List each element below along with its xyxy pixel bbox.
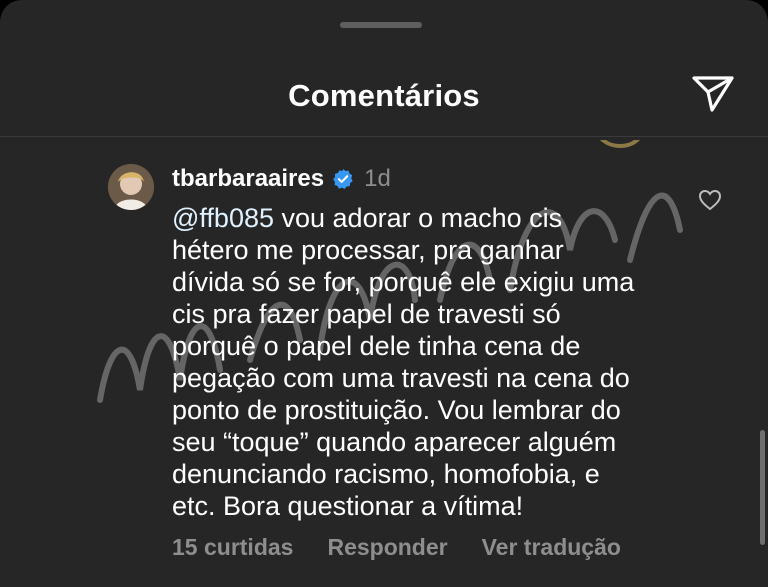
avatar-image bbox=[108, 164, 154, 210]
comment-username[interactable]: tbarbaraaires bbox=[172, 165, 324, 193]
comment-author-line: tbarbaraaires 1d bbox=[172, 164, 391, 194]
page-title: Comentários bbox=[288, 78, 480, 113]
verified-badge-icon bbox=[333, 168, 353, 189]
likes-count-link[interactable]: 15 curtidas bbox=[172, 534, 293, 561]
reply-button[interactable]: Responder bbox=[327, 534, 447, 561]
send-icon[interactable] bbox=[688, 72, 738, 116]
comment-text: @ffb085 vou adorar o macho cis hétero me… bbox=[172, 202, 672, 522]
sheet-grabber[interactable] bbox=[340, 22, 422, 28]
comment-timestamp: 1d bbox=[364, 165, 391, 192]
comment-mention[interactable]: @ffb085 bbox=[172, 203, 274, 233]
comments-sheet: Comentários tbarbaraaires 1d @ffb085 vou… bbox=[0, 0, 768, 587]
heart-outline-icon[interactable] bbox=[698, 188, 722, 212]
comments-header: Comentários bbox=[0, 60, 768, 137]
comment-body: vou adorar o macho cis hétero me process… bbox=[172, 203, 635, 521]
translate-button[interactable]: Ver tradução bbox=[482, 534, 621, 561]
avatar[interactable] bbox=[108, 164, 154, 210]
comment-actions: 15 curtidas Responder Ver tradução bbox=[172, 534, 655, 561]
scrollbar[interactable] bbox=[760, 430, 765, 545]
